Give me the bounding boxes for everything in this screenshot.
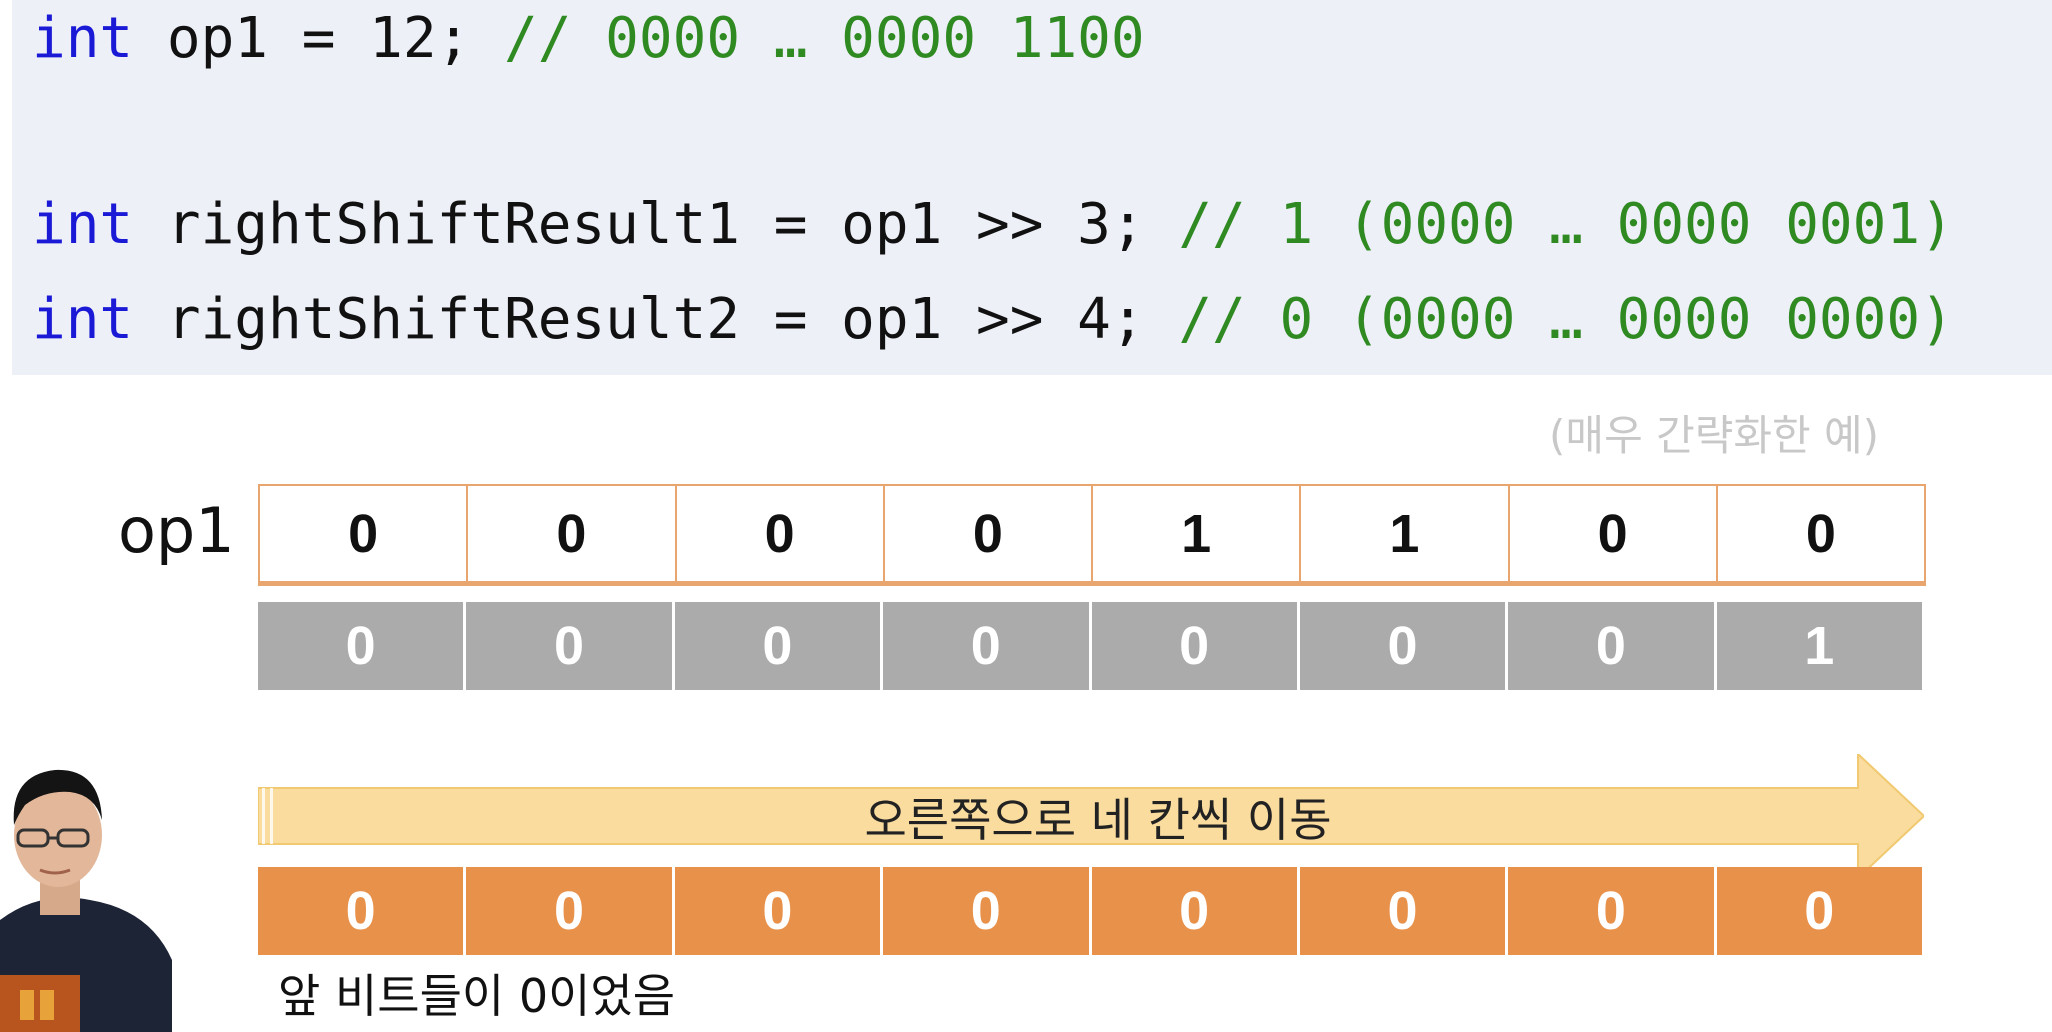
bit-cell: 0 (1508, 867, 1717, 955)
shift-4-result-bit-row: 0 0 0 0 0 0 0 0 (258, 867, 1922, 955)
bit-cell: 0 (676, 486, 885, 581)
bit-cell: 1 (1301, 486, 1510, 581)
bit-cell: 0 (1299, 602, 1509, 690)
bit-cell: 0 (1091, 867, 1300, 955)
code-comment: // 0 (0000 … 0000 0000) (1178, 287, 1954, 352)
code-text: rightShiftResult1 = op1 >> 3; (133, 192, 1179, 257)
simplified-example-note: (매우 간략화한 예) (1549, 411, 1879, 460)
op1-bit-row: 0 0 0 0 1 1 0 0 (258, 484, 1926, 586)
op1-row-label: op1 (118, 494, 235, 567)
bit-cell: 0 (1091, 602, 1300, 690)
bit-cell: 0 (883, 867, 1092, 955)
bit-cell: 0 (1716, 867, 1922, 955)
bit-cell: 0 (674, 602, 884, 690)
bit-cell: 0 (466, 867, 675, 955)
shift-3-result-bit-row: 0 0 0 0 0 0 0 1 (258, 602, 1922, 690)
bit-cell: 1 (1716, 602, 1922, 690)
bit-cell: 0 (468, 486, 677, 581)
bit-cell: 0 (1717, 486, 1924, 581)
code-panel: int op1 = 12; // 0000 … 0000 1100 int ri… (12, 0, 2052, 375)
bit-cell: 0 (1509, 486, 1718, 581)
bit-cell: 1 (1093, 486, 1302, 581)
bit-cell: 0 (1508, 602, 1717, 690)
code-line-right-shift-2: int rightShiftResult2 = op1 >> 4; // 0 (… (32, 285, 1954, 355)
code-line-op1: int op1 = 12; // 0000 … 0000 1100 (32, 4, 1145, 74)
bit-cell: 0 (884, 486, 1093, 581)
keyword-int: int (32, 6, 134, 71)
bit-cell: 0 (674, 867, 884, 955)
code-comment: // 0000 … 0000 1100 (504, 6, 1145, 71)
arrow-label: 오른쪽으로 네 칸씩 이동 (864, 793, 1332, 847)
code-line-right-shift-1: int rightShiftResult1 = op1 >> 3; // 1 (… (32, 190, 1954, 260)
leading-bits-caption: 앞 비트들이 0이었음 (278, 969, 676, 1023)
bit-cell: 0 (1299, 867, 1509, 955)
code-text: op1 = 12; (133, 6, 505, 71)
bit-cell: 0 (258, 602, 467, 690)
code-text: rightShiftResult2 = op1 >> 4; (133, 287, 1179, 352)
bit-cell: 0 (883, 602, 1092, 690)
keyword-int: int (32, 192, 134, 257)
bit-cell: 0 (260, 486, 469, 581)
bit-cell: 0 (466, 602, 675, 690)
code-comment: // 1 (0000 … 0000 0001) (1178, 192, 1954, 257)
bit-cell: 0 (258, 867, 467, 955)
keyword-int: int (32, 287, 134, 352)
presenter-video-thumbnail (0, 750, 172, 1032)
